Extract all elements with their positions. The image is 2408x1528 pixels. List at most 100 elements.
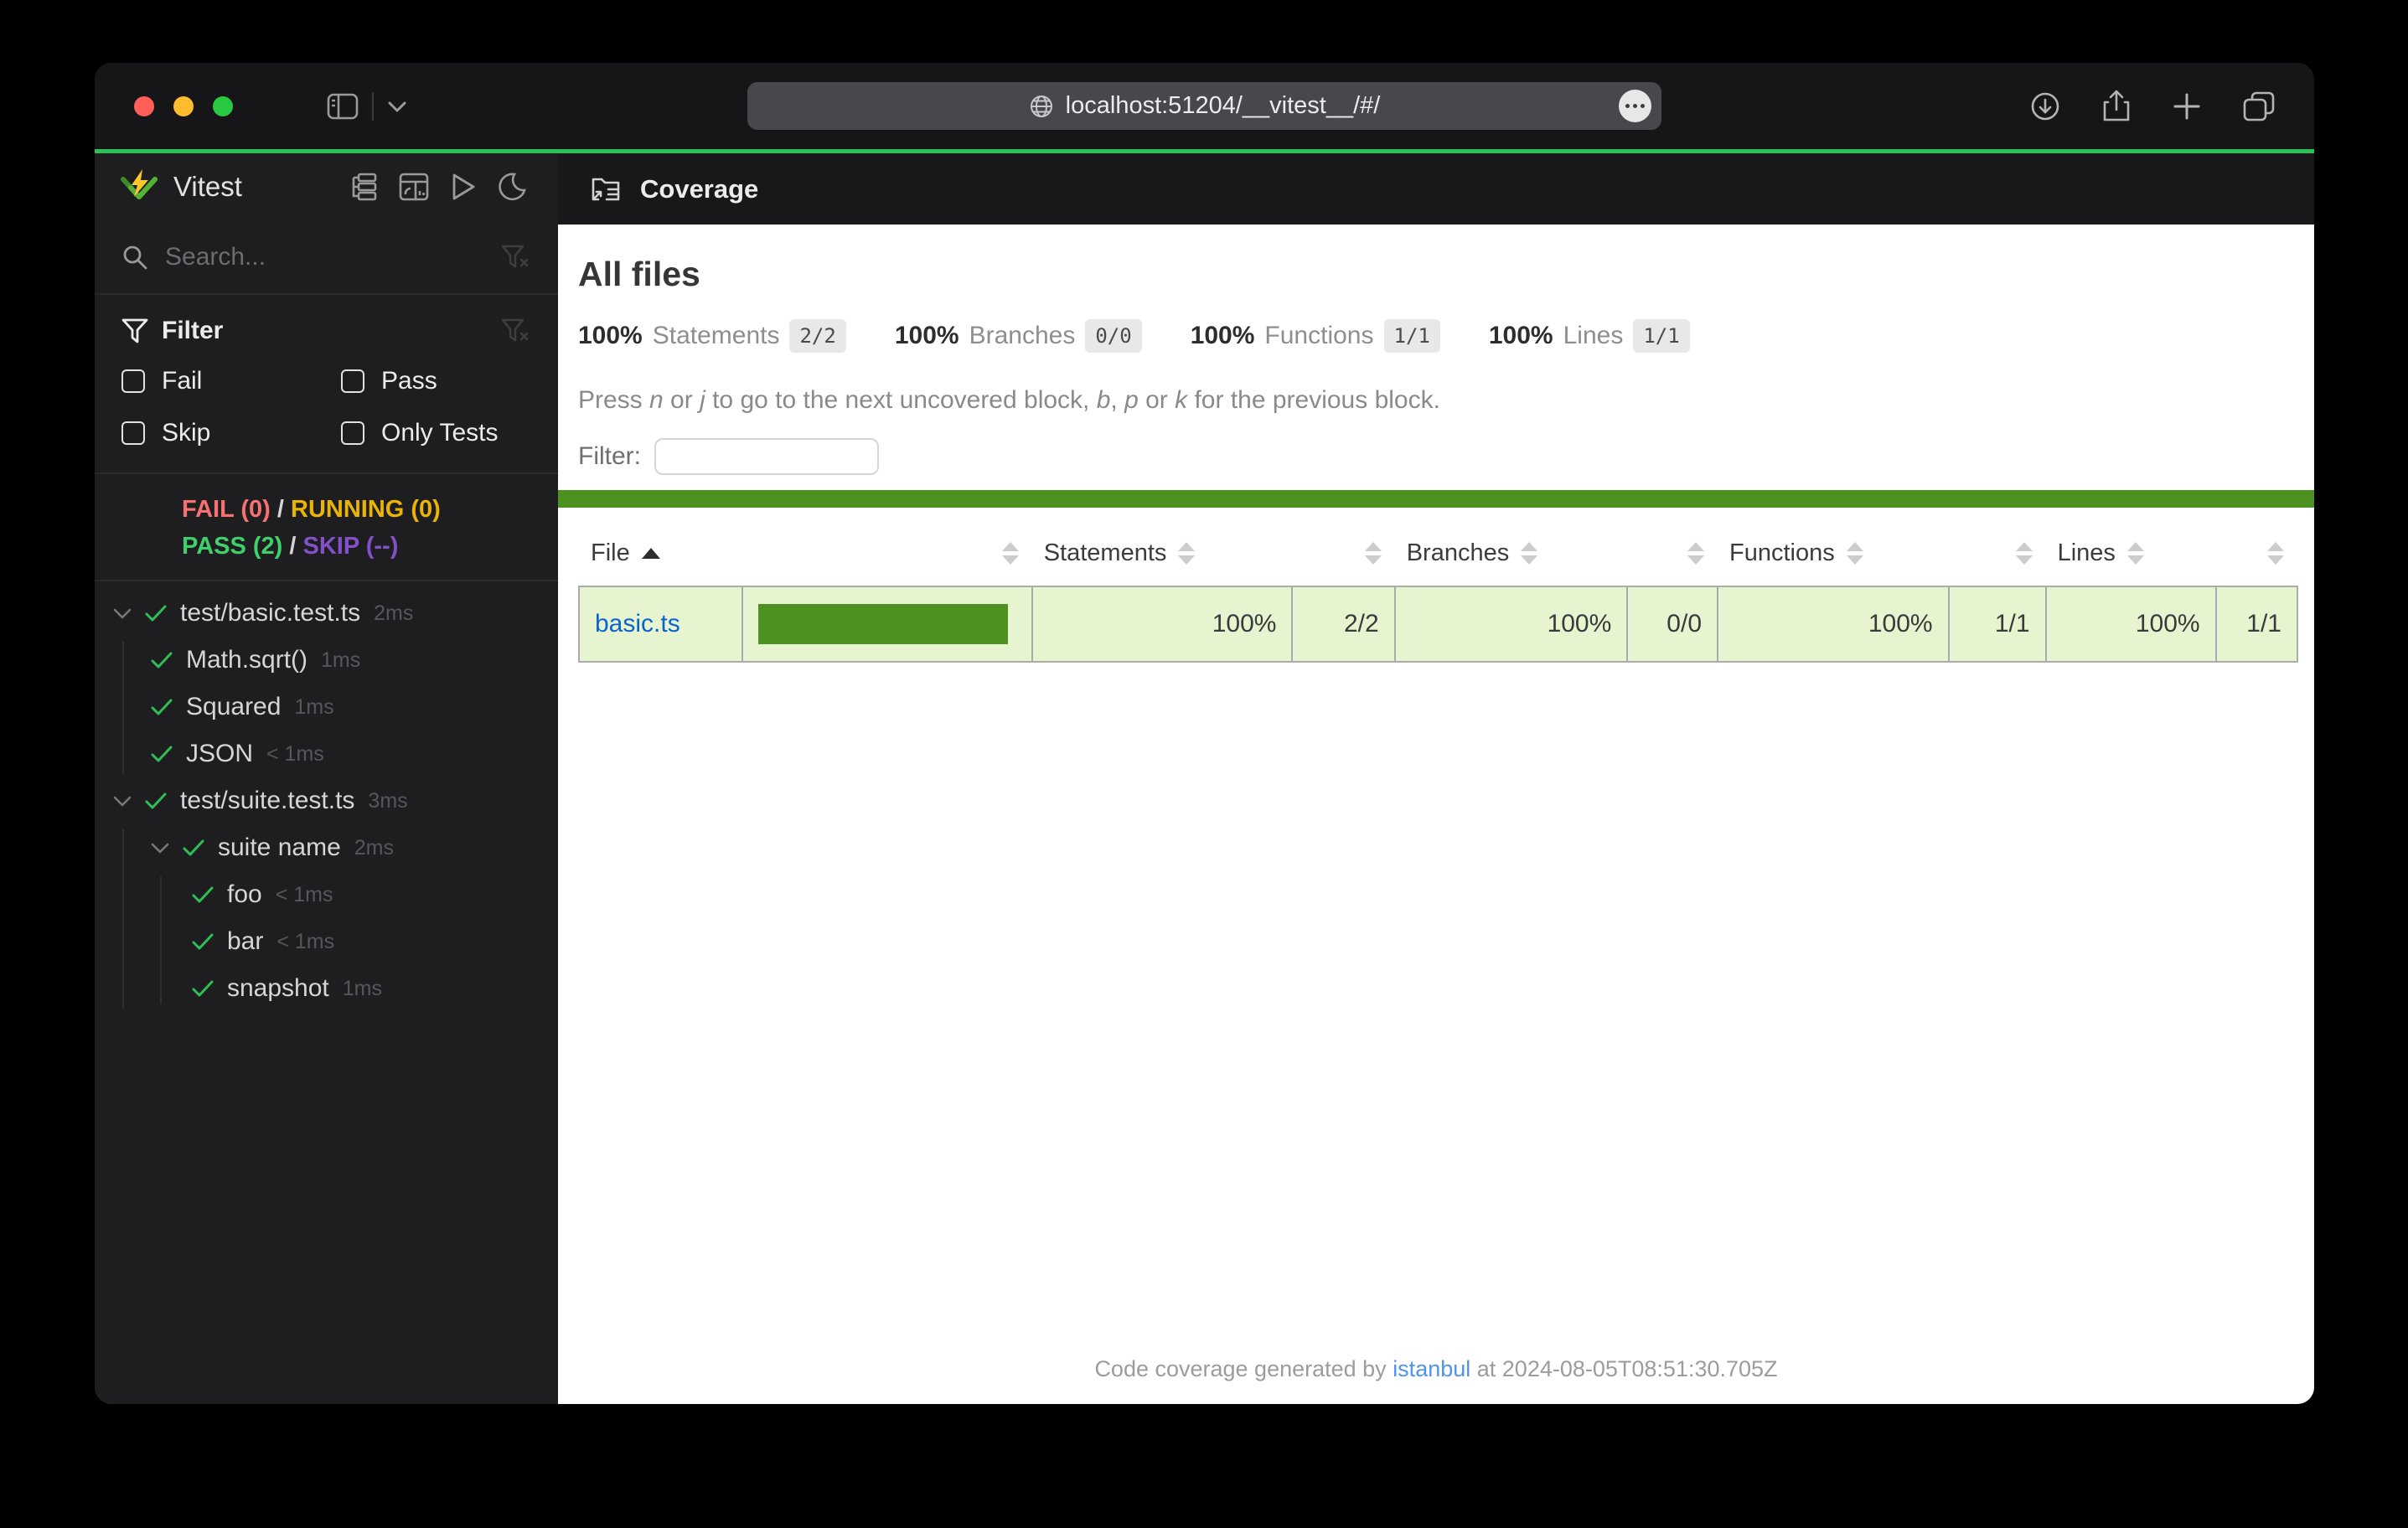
globe-icon <box>1029 94 1054 119</box>
test-file-row[interactable]: test/suite.test.ts 3ms <box>95 777 558 824</box>
coverage-filter-label: Filter: <box>578 442 641 471</box>
column-header-statements[interactable]: Statements <box>1032 519 1293 586</box>
pass-check-icon <box>151 745 173 763</box>
test-case-row[interactable]: snapshot 1ms <box>95 965 558 1012</box>
istanbul-link[interactable]: istanbul <box>1393 1356 1470 1381</box>
column-header-branches-frac[interactable] <box>1627 519 1718 586</box>
coverage-title: Coverage <box>640 174 758 204</box>
filter-checkbox-only-tests[interactable]: Only Tests <box>341 419 528 447</box>
sorter-icon[interactable] <box>1178 542 1195 565</box>
chevron-down-icon[interactable] <box>113 795 132 807</box>
chevron-down-icon[interactable] <box>387 100 407 113</box>
chevron-down-icon[interactable] <box>151 842 169 854</box>
pass-check-icon <box>151 698 173 716</box>
page-title: All files <box>578 255 2314 294</box>
search-icon <box>121 244 148 271</box>
run-all-icon[interactable] <box>451 173 476 201</box>
sidebar: Vitest <box>95 153 558 1404</box>
test-duration: 1ms <box>294 695 333 720</box>
sorter-icon[interactable] <box>2016 542 2033 565</box>
checkbox-icon[interactable] <box>341 421 364 445</box>
dashboard-icon[interactable] <box>399 173 429 201</box>
file-cell: basic.ts <box>579 586 742 662</box>
sorter-icon[interactable] <box>2267 542 2284 565</box>
column-header-functions[interactable]: Functions <box>1718 519 1949 586</box>
stat-fraction-badge: 0/0 <box>1085 319 1141 353</box>
search-input[interactable] <box>165 243 501 271</box>
sorter-icon[interactable] <box>1847 542 1863 565</box>
filter-checkbox-pass[interactable]: Pass <box>341 367 528 395</box>
test-duration: 1ms <box>343 977 382 1001</box>
checkbox-icon[interactable] <box>121 421 145 445</box>
stat-fraction-badge: 1/1 <box>1384 319 1440 353</box>
filter-checkbox-skip[interactable]: Skip <box>121 419 341 447</box>
coverage-status-bar <box>558 490 2314 508</box>
downloads-icon[interactable] <box>2029 90 2061 122</box>
pass-check-icon <box>192 932 214 951</box>
sorter-icon[interactable] <box>1687 542 1704 565</box>
indent-guide <box>122 829 124 1009</box>
indent-guide <box>160 876 162 1004</box>
dark-mode-icon[interactable] <box>498 173 526 201</box>
sort-asc-icon <box>642 548 660 559</box>
filter-section-title: Filter <box>162 317 223 345</box>
column-header-functions-frac[interactable] <box>1949 519 2046 586</box>
checkbox-icon[interactable] <box>341 369 364 393</box>
column-header-file[interactable]: File <box>579 519 742 586</box>
tab-overview-icon[interactable] <box>2242 90 2276 122</box>
address-bar[interactable]: localhost:51204/__vitest__/#/ <box>747 82 1661 130</box>
traffic-lights <box>134 96 233 116</box>
test-tree: test/basic.test.ts 2ms Math.sqrt() 1ms S… <box>95 581 558 1404</box>
stat-fraction-badge: 1/1 <box>1633 319 1689 353</box>
column-header-branches[interactable]: Branches <box>1395 519 1628 586</box>
test-case-row[interactable]: Squared 1ms <box>95 684 558 730</box>
keyboard-hint: Press n or j to go to the next uncovered… <box>578 386 2314 415</box>
test-duration: < 1ms <box>276 930 334 954</box>
test-duration: 1ms <box>321 648 360 673</box>
sorter-icon[interactable] <box>1365 542 1382 565</box>
skip-count: SKIP (--) <box>303 533 399 560</box>
column-header-lines-frac[interactable] <box>2216 519 2297 586</box>
functions-frac-cell: 1/1 <box>1949 586 2046 662</box>
vitest-logo <box>120 169 158 204</box>
close-window-button[interactable] <box>134 96 154 116</box>
coverage-report-icon <box>590 174 622 204</box>
zoom-window-button[interactable] <box>213 96 233 116</box>
clear-filter-icon[interactable] <box>501 318 528 343</box>
coverage-table: File Statements <box>578 519 2298 663</box>
test-case-row[interactable]: bar < 1ms <box>95 918 558 965</box>
share-icon[interactable] <box>2101 90 2132 123</box>
test-suite-row[interactable]: suite name 2ms <box>95 824 558 871</box>
column-header-statements-frac[interactable] <box>1292 519 1394 586</box>
pass-check-icon <box>151 651 173 669</box>
sorter-icon[interactable] <box>1521 542 1537 565</box>
stat-branches: 100% Branches 0/0 <box>895 319 1142 353</box>
new-tab-icon[interactable] <box>2172 91 2202 121</box>
clear-search-filter-icon[interactable] <box>501 245 528 270</box>
test-duration: 2ms <box>374 601 413 626</box>
test-case-row[interactable]: Math.sqrt() 1ms <box>95 637 558 684</box>
column-header-bar[interactable] <box>742 519 1032 586</box>
pass-check-icon <box>145 604 167 622</box>
branches-frac-cell: 0/0 <box>1627 586 1718 662</box>
url-text: localhost:51204/__vitest__/#/ <box>1066 92 1381 120</box>
chevron-down-icon[interactable] <box>113 607 132 619</box>
pass-count: PASS (2) <box>182 533 282 560</box>
tree-view-icon[interactable] <box>349 173 377 201</box>
sidebar-toggle-icon[interactable] <box>327 93 359 120</box>
statements-frac-cell: 2/2 <box>1292 586 1394 662</box>
filter-checkbox-fail[interactable]: Fail <box>121 367 341 395</box>
browser-window: localhost:51204/__vitest__/#/ <box>95 63 2314 1404</box>
test-case-row[interactable]: JSON < 1ms <box>95 730 558 777</box>
coverage-bar-fill <box>758 604 1009 644</box>
test-file-row[interactable]: test/basic.test.ts 2ms <box>95 590 558 637</box>
checkbox-icon[interactable] <box>121 369 145 393</box>
column-header-lines[interactable]: Lines <box>2046 519 2216 586</box>
coverage-filter-input[interactable] <box>654 438 879 475</box>
minimize-window-button[interactable] <box>173 96 194 116</box>
file-link[interactable]: basic.ts <box>595 610 680 638</box>
test-case-row[interactable]: foo < 1ms <box>95 871 558 918</box>
more-options-icon[interactable] <box>1619 90 1651 122</box>
sorter-icon[interactable] <box>2127 542 2144 565</box>
sorter-icon[interactable] <box>1002 542 1019 565</box>
